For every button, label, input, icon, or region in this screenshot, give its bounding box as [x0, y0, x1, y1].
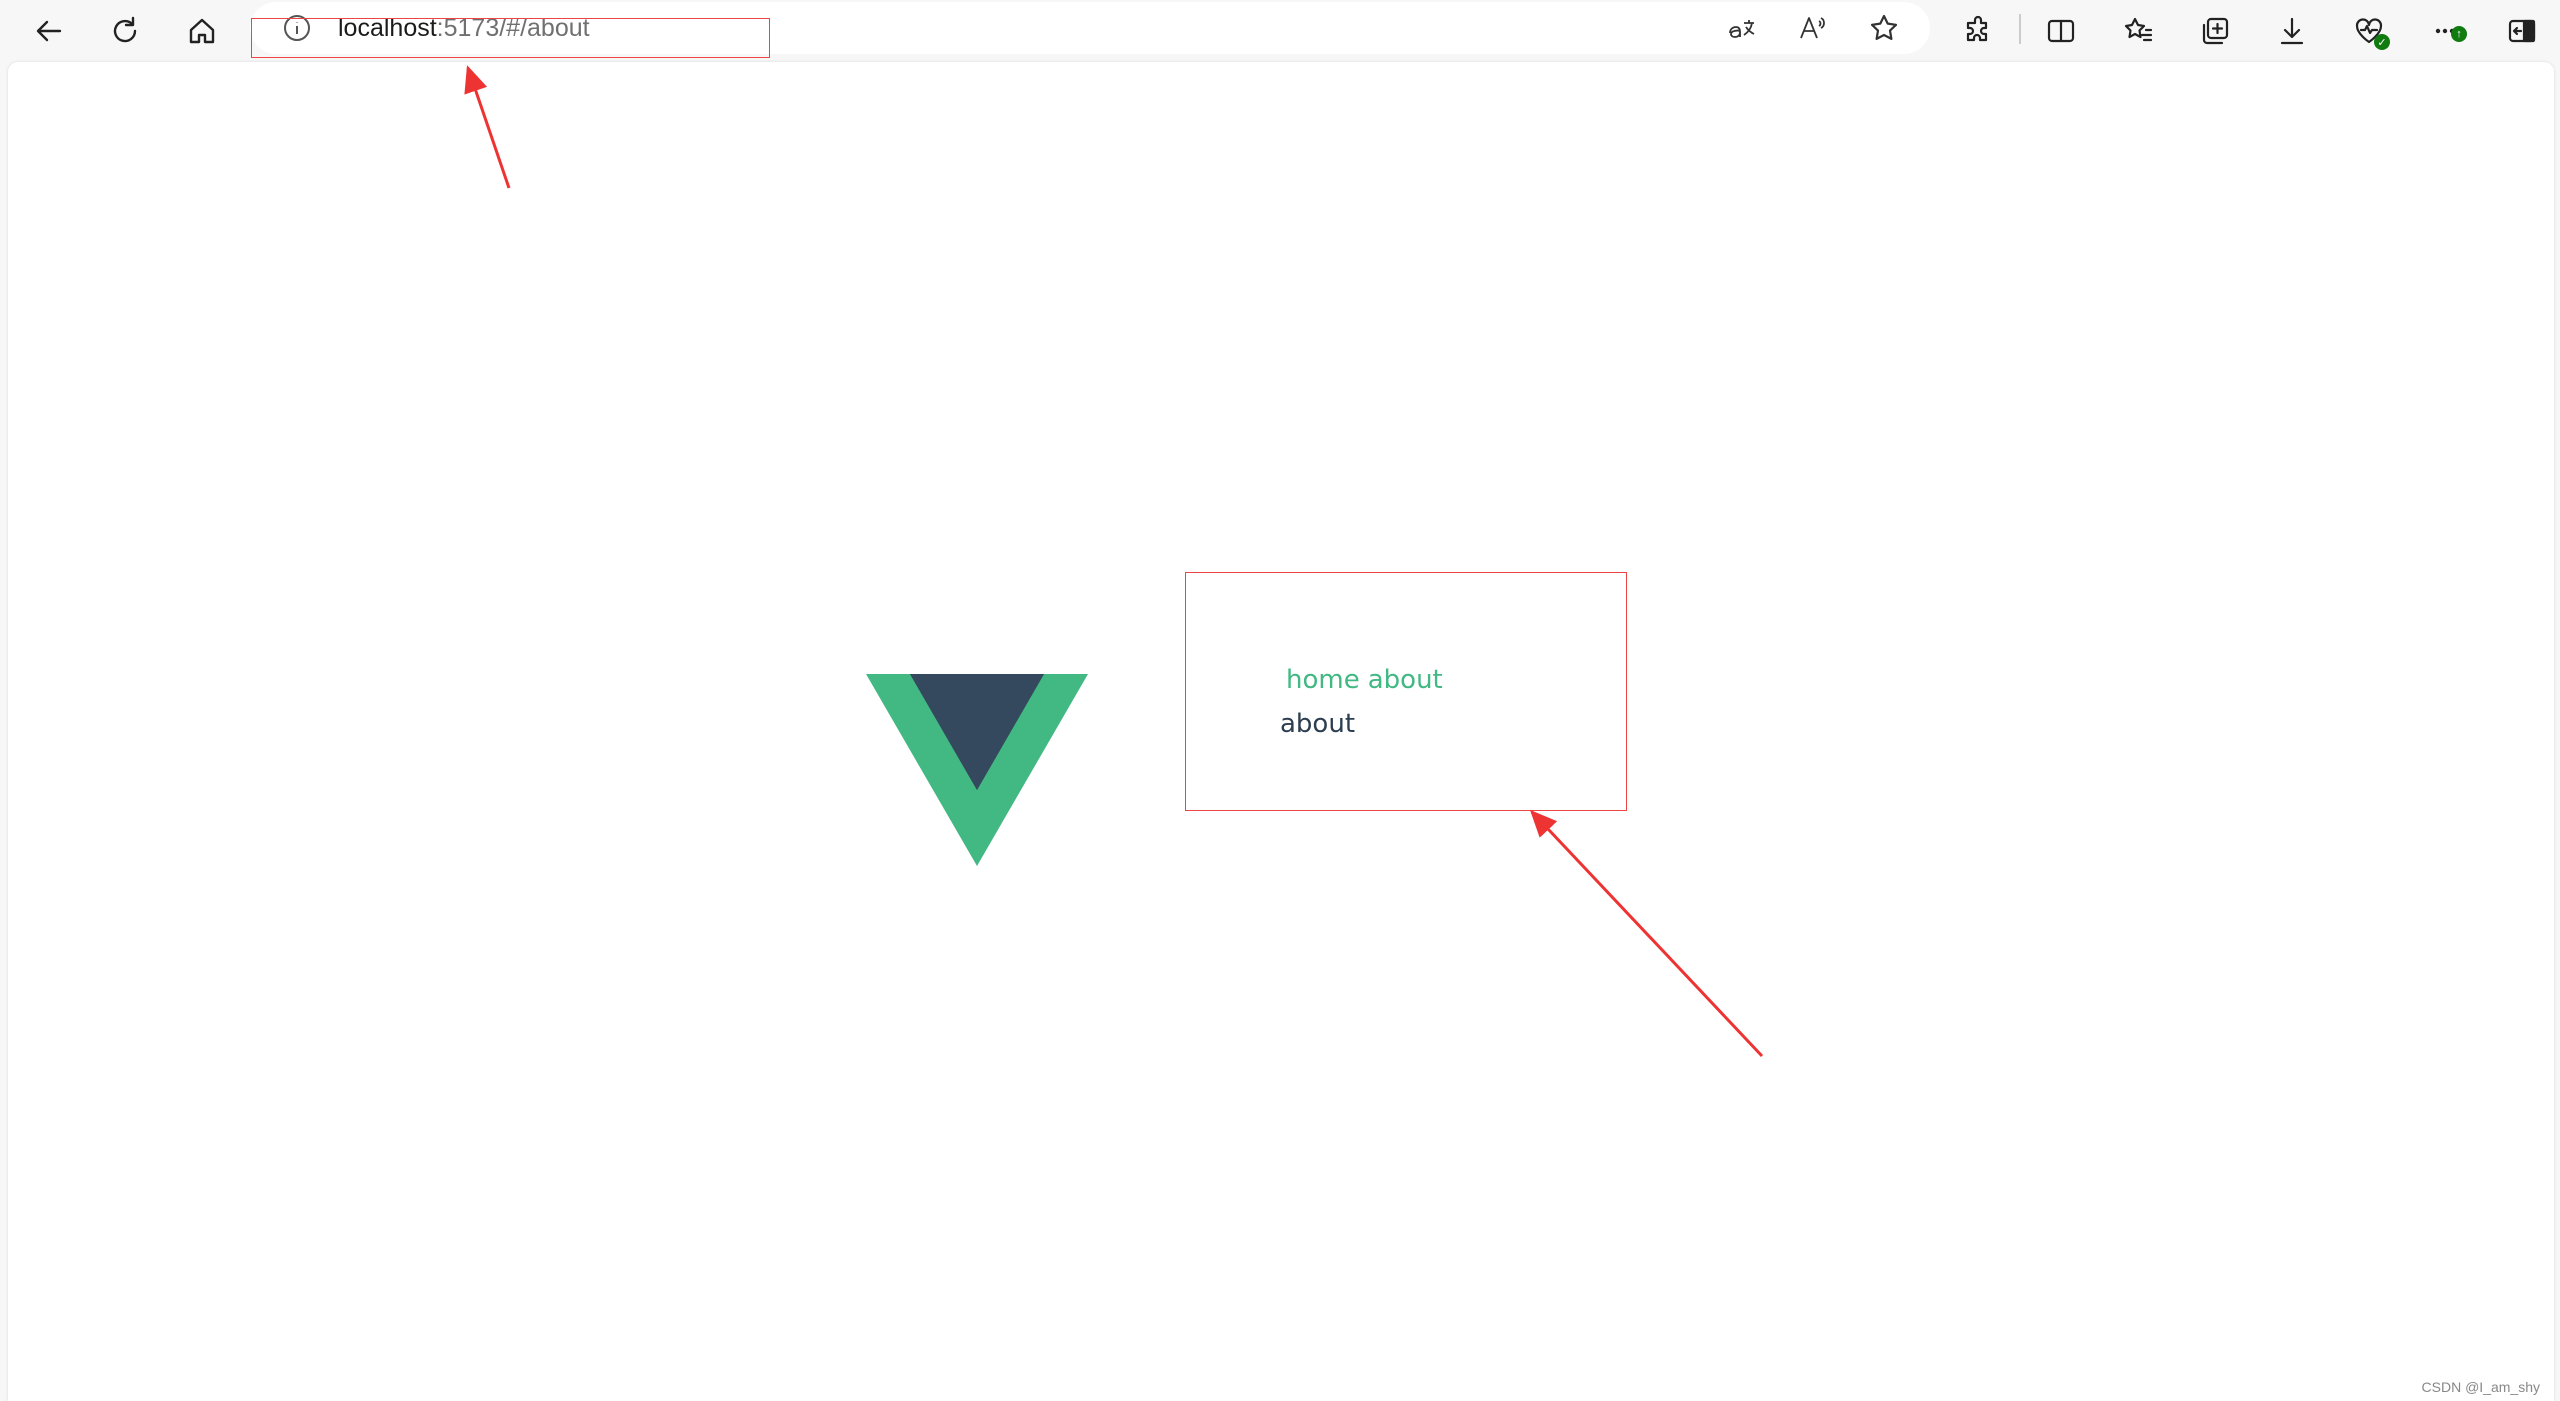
downloads-button[interactable]	[2267, 6, 2317, 56]
router-view-content: about	[1280, 709, 1356, 739]
update-badge: ↑	[2451, 26, 2467, 42]
collections-icon	[2202, 17, 2229, 45]
toolbar-separator	[2019, 14, 2021, 44]
refresh-icon	[113, 16, 137, 43]
split-screen-icon	[2047, 19, 2075, 43]
url-host: localhost	[338, 14, 437, 42]
favorites-button[interactable]	[2113, 6, 2163, 56]
nav-link-about[interactable]: about	[1368, 665, 1443, 695]
favorite-star-icon[interactable]	[1864, 10, 1904, 46]
home-icon	[189, 18, 215, 44]
back-button[interactable]	[24, 6, 74, 56]
info-icon[interactable]	[282, 13, 312, 43]
split-screen-button[interactable]	[2036, 6, 2086, 56]
home-button[interactable]	[177, 6, 227, 56]
watermark: CSDN @I_am_shy	[2421, 1379, 2540, 1395]
browser-essentials-button[interactable]: ✓	[2344, 6, 2394, 56]
sidebar-icon	[2508, 19, 2536, 43]
health-check-badge: ✓	[2374, 34, 2390, 50]
sidebar-button[interactable]	[2497, 6, 2547, 56]
arrow-left-icon	[36, 20, 62, 42]
url-text[interactable]: localhost:5173/#/about	[338, 12, 590, 44]
more-button[interactable]: ↑	[2421, 6, 2471, 56]
address-bar[interactable]: localhost:5173/#/about	[250, 2, 1930, 54]
favorites-icon	[2124, 17, 2153, 42]
app-container: home about about	[1185, 572, 1627, 811]
nav-link-home[interactable]: home	[1286, 665, 1360, 695]
read-aloud-icon[interactable]	[1793, 10, 1833, 46]
router-nav: home about	[1286, 665, 1451, 695]
download-icon	[2280, 17, 2304, 45]
url-path: :5173/#/about	[436, 14, 590, 42]
translate-icon[interactable]	[1722, 10, 1762, 46]
refresh-button[interactable]	[100, 6, 150, 56]
collections-button[interactable]	[2190, 6, 2240, 56]
page-viewport: home about about CSDN @I_am_shy	[8, 62, 2554, 1401]
extensions-button[interactable]	[1953, 6, 2003, 56]
puzzle-icon	[1966, 15, 1988, 42]
browser-toolbar: localhost:5173/#/about ✓ ↑	[0, 0, 2560, 62]
vue-logo	[866, 674, 1088, 866]
